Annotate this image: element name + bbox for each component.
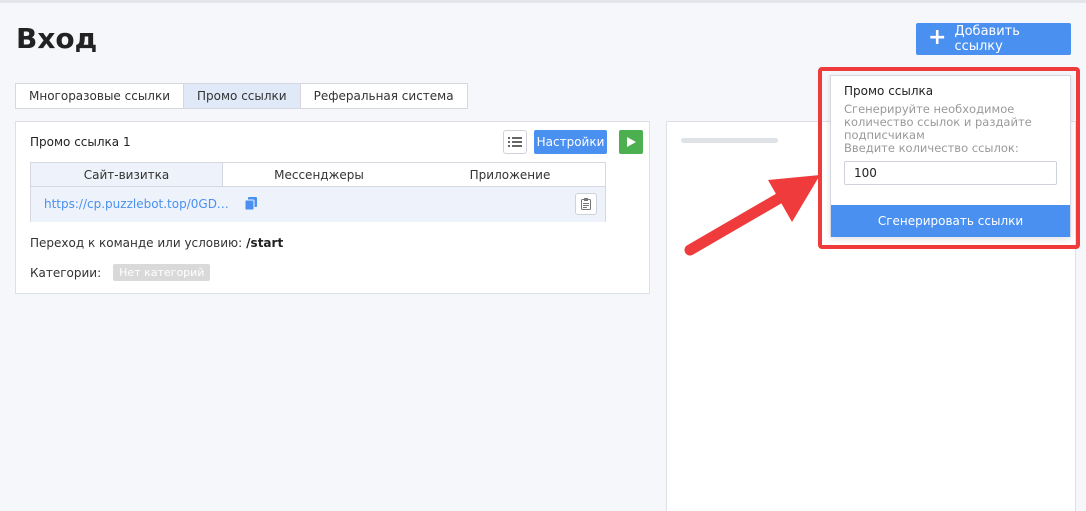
channel-tabs: Сайт-визитка Мессенджеры Приложение	[31, 163, 605, 187]
generate-links-button[interactable]: Сгенерировать ссылки	[831, 205, 1070, 237]
copy-icon[interactable]	[245, 197, 257, 210]
plus-icon: +	[928, 25, 947, 50]
tab-website[interactable]: Сайт-визитка	[31, 163, 223, 186]
top-divider	[0, 0, 1086, 3]
no-categories-badge: Нет категорий	[113, 264, 211, 281]
list-icon	[508, 137, 522, 147]
promo-link-popup: Промо ссылка Сгенерируйте необходимое ко…	[830, 75, 1071, 237]
goto-value: /start	[246, 236, 284, 250]
link-count-label: Введите количество ссылок:	[844, 141, 1019, 155]
link-row: https://cp.puzzlebot.top/0GDVL4A...	[31, 187, 605, 222]
link-count-input[interactable]	[844, 161, 1057, 185]
tab-messengers[interactable]: Мессенджеры	[223, 163, 415, 186]
promo-link-card: Промо ссылка 1 Настройки Сайт-визитка Ме…	[15, 121, 650, 294]
link-type-tabs: Многоразовые ссылки Промо ссылки Реферал…	[15, 83, 468, 109]
play-icon	[627, 137, 636, 147]
list-button[interactable]	[503, 130, 527, 154]
popup-title: Промо ссылка	[844, 84, 934, 98]
promo-link-url[interactable]: https://cp.puzzlebot.top/0GDVL4A...	[44, 197, 234, 211]
clipboard-button[interactable]	[575, 193, 597, 215]
tab-reusable-links[interactable]: Многоразовые ссылки	[16, 84, 185, 108]
popup-description: Сгенерируйте необходимое количество ссыл…	[844, 102, 1032, 142]
goto-label: Переход к команде или условию:	[30, 236, 243, 250]
promo-link-title: Промо ссылка 1	[30, 135, 131, 149]
play-button[interactable]	[619, 130, 643, 154]
tab-referral-system[interactable]: Реферальная система	[301, 84, 467, 108]
page-title: Вход	[16, 22, 98, 55]
goto-command: Переход к команде или условию:/start	[30, 236, 283, 250]
tab-promo-links[interactable]: Промо ссылки	[184, 84, 301, 108]
add-link-label: Добавить ссылку	[954, 24, 1020, 54]
tab-app[interactable]: Приложение	[415, 163, 605, 186]
categories-label: Категории:	[30, 265, 102, 280]
clipboard-icon	[581, 198, 591, 210]
categories: Категории: Нет категорий	[30, 264, 211, 281]
add-link-button[interactable]: + Добавить ссылку	[916, 23, 1071, 55]
link-channel-panel: Сайт-визитка Мессенджеры Приложение http…	[30, 162, 606, 222]
settings-button[interactable]: Настройки	[534, 130, 607, 154]
loading-placeholder	[681, 138, 778, 143]
